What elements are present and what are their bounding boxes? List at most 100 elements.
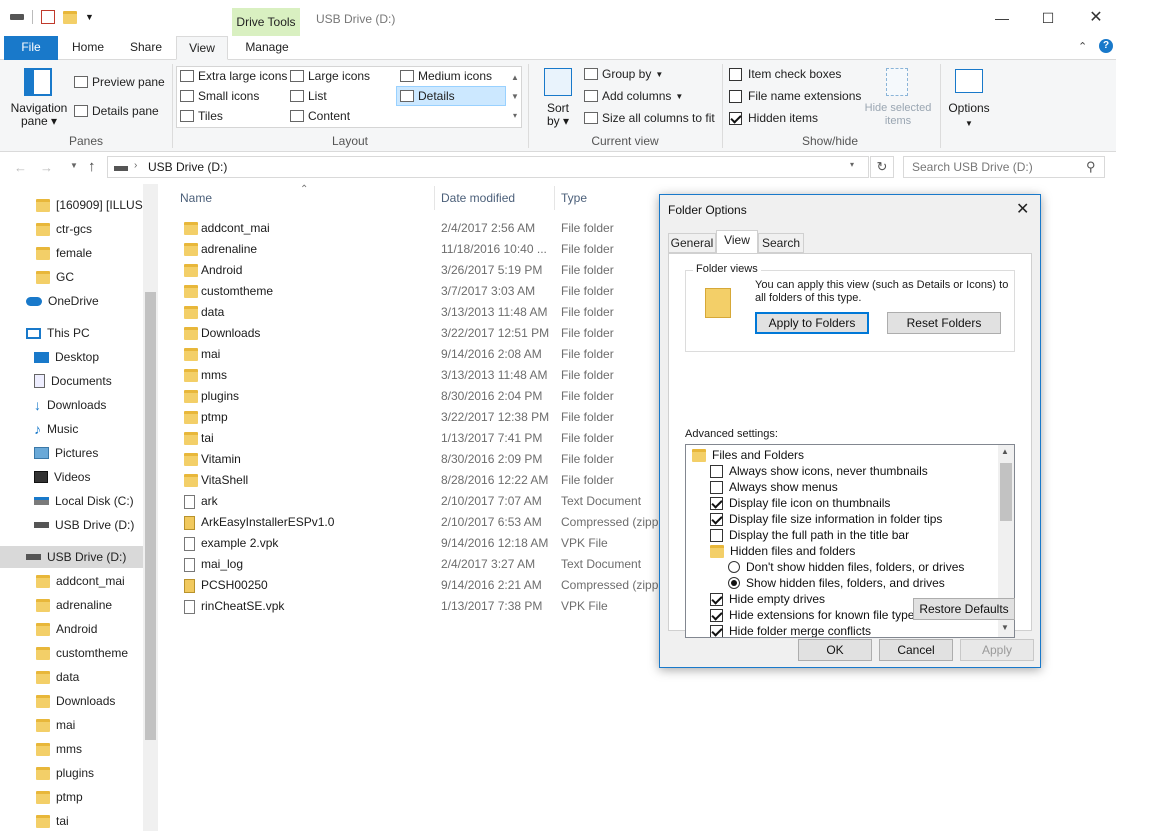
file-row[interactable]: Downloads 3/22/2017 12:51 PM File folder	[180, 323, 660, 344]
scroll-down-icon[interactable]: ▼	[1001, 623, 1009, 632]
file-row[interactable]: plugins 8/30/2016 2:04 PM File folder	[180, 386, 660, 407]
reset-folders-button[interactable]: Reset Folders	[887, 312, 1001, 334]
setting-checkbox[interactable]	[710, 528, 723, 542]
options-button[interactable]: Options ▼	[944, 101, 994, 131]
address-bar[interactable]: › USB Drive (D:)	[107, 156, 869, 178]
advanced-setting-item[interactable]: Always show icons, never thumbnails	[710, 463, 928, 479]
nav-scrollbar-thumb[interactable]	[145, 292, 156, 740]
advanced-setting-item[interactable]: Show hidden files, folders, and drives	[728, 575, 945, 591]
layout-medium-icons[interactable]: Medium icons	[400, 69, 492, 83]
maximize-button[interactable]: ☐	[1028, 6, 1068, 30]
nav-folder[interactable]: addcont_mai	[36, 570, 125, 592]
nav-local-disk[interactable]: Local Disk (C:)	[34, 490, 134, 512]
ok-button[interactable]: OK	[798, 639, 872, 661]
file-row[interactable]: data 3/13/2013 11:48 AM File folder	[180, 302, 660, 323]
restore-defaults-button[interactable]: Restore Defaults	[913, 598, 1015, 620]
layout-tiles[interactable]: Tiles	[180, 109, 223, 123]
nav-documents[interactable]: Documents	[34, 370, 112, 392]
column-divider[interactable]	[554, 186, 555, 210]
item-check-boxes-toggle[interactable]: Item check boxes	[729, 67, 841, 81]
file-row[interactable]: addcont_mai 2/4/2017 2:56 AM File folder	[180, 218, 660, 239]
new-folder-icon[interactable]	[63, 10, 77, 24]
tab-file[interactable]: File	[4, 36, 58, 60]
hidden-items-checkbox[interactable]	[729, 111, 742, 125]
advanced-setting-item[interactable]: Don't show hidden files, folders, or dri…	[728, 559, 964, 575]
customize-dropdown-icon[interactable]: ▼	[85, 12, 94, 22]
file-row[interactable]: rinCheatSE.vpk 1/13/2017 7:38 PM VPK File	[180, 596, 660, 617]
hide-selected-items-button[interactable]: Hide selected items	[860, 102, 936, 128]
nav-folder[interactable]: customtheme	[36, 642, 128, 664]
setting-radio[interactable]	[728, 561, 740, 573]
layout-large-icons[interactable]: Large icons	[290, 69, 370, 83]
file-row[interactable]: mai 9/14/2016 2:08 AM File folder	[180, 344, 660, 365]
dialog-close-button[interactable]: ✕	[1016, 199, 1029, 219]
apply-to-folders-button[interactable]: Apply to Folders	[755, 312, 869, 334]
options-icon[interactable]	[955, 69, 983, 93]
setting-checkbox[interactable]	[710, 480, 723, 494]
tab-view[interactable]: View	[176, 36, 228, 60]
nav-folder[interactable]: GC	[36, 266, 74, 288]
advanced-setting-item[interactable]: Display file icon on thumbnails	[710, 495, 890, 511]
dialog-tab-search[interactable]: Search	[758, 233, 804, 253]
file-row[interactable]: adrenaline 11/18/2016 10:40 ... File folde…	[180, 239, 660, 260]
preview-pane-button[interactable]: Preview pane	[74, 75, 165, 89]
file-name-extensions-checkbox[interactable]	[729, 89, 742, 103]
size-all-columns-button[interactable]: Size all columns to fit	[584, 111, 715, 125]
hidden-items-toggle[interactable]: Hidden items	[729, 111, 818, 125]
file-row[interactable]: Vitamin 8/30/2016 2:09 PM File folder	[180, 449, 660, 470]
address-dropdown-icon[interactable]: ▾	[850, 160, 854, 169]
nav-folder[interactable]: data	[36, 666, 79, 688]
nav-usb-drive[interactable]: USB Drive (D:)	[34, 514, 134, 536]
file-row[interactable]: VitaShell 8/28/2016 12:22 AM File folder	[180, 470, 660, 491]
file-row[interactable]: ArkEasyInstallerESPv1.0 2/10/2017 6:53 AM…	[180, 512, 668, 533]
nav-folder[interactable]: [160909] [ILLUSI	[36, 194, 146, 216]
nav-downloads[interactable]: ↓ Downloads	[34, 394, 106, 416]
item-check-boxes-checkbox[interactable]	[729, 67, 742, 81]
scroll-up-icon[interactable]: ▲	[1001, 447, 1009, 456]
tab-home[interactable]: Home	[64, 36, 112, 60]
nav-music[interactable]: ♪ Music	[34, 418, 78, 440]
breadcrumb-path[interactable]: USB Drive (D:)	[148, 160, 227, 174]
recent-locations-icon[interactable]: ▼	[70, 161, 78, 170]
up-button[interactable]: ↑	[88, 158, 96, 175]
nav-this-pc[interactable]: This PC	[26, 322, 90, 344]
dialog-tab-general[interactable]: General	[668, 233, 716, 253]
search-input[interactable]: Search USB Drive (D:) ⚲	[903, 156, 1105, 178]
file-row[interactable]: PCSH00250 9/14/2016 2:21 AM Compressed (zi…	[180, 575, 668, 596]
file-row[interactable]: ptmp 3/22/2017 12:38 PM File folder	[180, 407, 660, 428]
nav-folder[interactable]: female	[36, 242, 92, 264]
properties-icon[interactable]	[41, 10, 55, 24]
advanced-setting-item[interactable]: Hide empty drives	[710, 591, 825, 607]
details-pane-button[interactable]: Details pane	[74, 104, 159, 118]
column-header-date[interactable]: Date modified	[441, 191, 515, 205]
column-header-type[interactable]: Type	[561, 191, 587, 205]
layout-extra-large-icons[interactable]: Extra large icons	[180, 69, 287, 83]
context-tab-drive-tools[interactable]: Drive Tools	[232, 8, 300, 36]
dialog-tab-view[interactable]: View	[716, 230, 758, 254]
layout-details[interactable]: Details	[396, 86, 506, 106]
forward-button[interactable]: →	[40, 160, 53, 175]
nav-folder[interactable]: mms	[36, 738, 82, 760]
tab-manage[interactable]: Manage	[234, 36, 300, 60]
tab-share[interactable]: Share	[120, 36, 172, 60]
nav-folder[interactable]: tai	[36, 810, 69, 831]
nav-desktop[interactable]: Desktop	[34, 346, 99, 368]
file-name-extensions-toggle[interactable]: File name extensions	[729, 89, 861, 103]
file-row[interactable]: customtheme 3/7/2017 3:03 AM File folder	[180, 281, 660, 302]
layout-gallery-scroll[interactable]: ▲ ▼ ▾	[510, 68, 520, 125]
file-row[interactable]: mai_log 2/4/2017 3:27 AM Text Document	[180, 554, 660, 575]
nav-onedrive[interactable]: OneDrive	[26, 290, 99, 312]
close-button[interactable]: ✕	[1076, 6, 1116, 30]
setting-checkbox[interactable]	[710, 624, 723, 637]
nav-folder[interactable]: mai	[36, 714, 75, 736]
add-columns-button[interactable]: Add columns ▼	[584, 89, 683, 103]
advanced-setting-item[interactable]: Always show menus	[710, 479, 838, 495]
column-divider[interactable]	[434, 186, 435, 210]
help-icon[interactable]: ?	[1099, 39, 1113, 53]
group-by-button[interactable]: Group by ▼	[584, 67, 663, 81]
file-row[interactable]: Android 3/26/2017 5:19 PM File folder	[180, 260, 660, 281]
file-row[interactable]: mms 3/13/2013 11:48 AM File folder	[180, 365, 660, 386]
advanced-setting-item[interactable]: Hide folder merge conflicts	[710, 623, 871, 637]
layout-list[interactable]: List	[290, 89, 327, 103]
nav-folder[interactable]: ctr-gcs	[36, 218, 92, 240]
